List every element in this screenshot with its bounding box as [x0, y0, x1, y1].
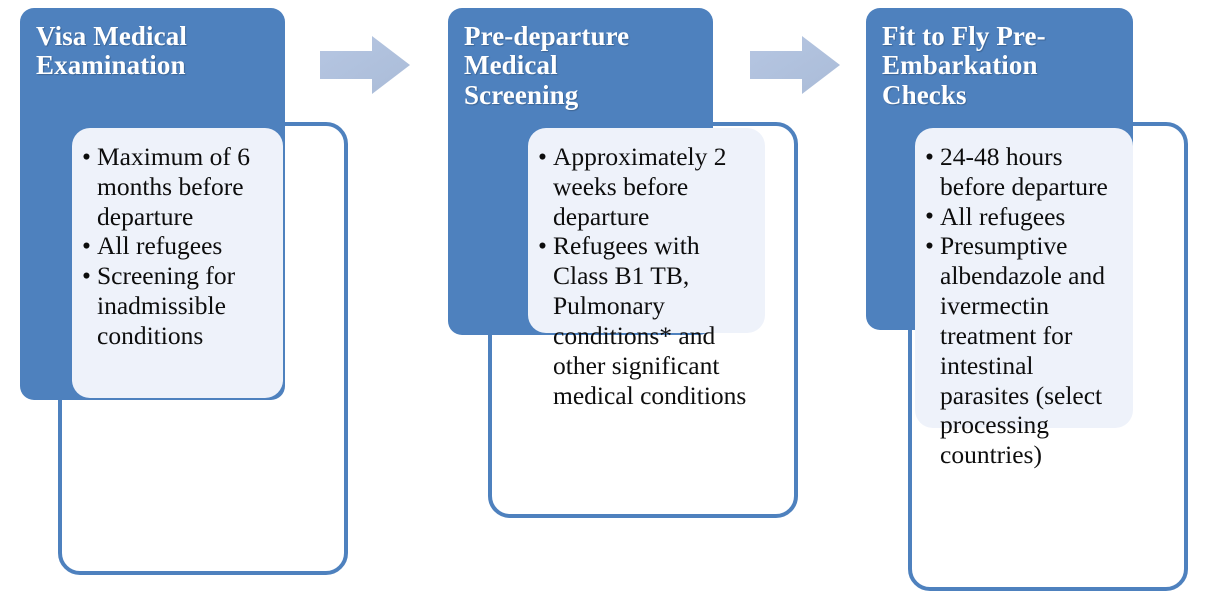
right-block-arrow-icon: [750, 36, 840, 94]
step-1-body: Maximum of 6 months before departure All…: [72, 128, 283, 398]
arrow-step1-to-step2: [320, 36, 410, 94]
list-item: Presumptive albendazole and ivermectin t…: [925, 231, 1123, 470]
step-3-title: Fit to Fly Pre- Embarkation Checks: [882, 21, 1046, 110]
step-2-body: Approximately 2 weeks before departure R…: [528, 128, 765, 410]
list-item: 24-48 hours before departure: [925, 141, 1123, 202]
list-item: Screening for inadmissible conditions: [82, 261, 273, 350]
arrow-step2-to-step3: [750, 36, 840, 94]
list-item: Refugees with Class B1 TB, Pulmonary con…: [538, 231, 755, 410]
step-1-bullet-list: Maximum of 6 months before departure All…: [82, 141, 273, 351]
step-3-body: 24-48 hours before departure All refugee…: [915, 128, 1133, 469]
flow-diagram: Visa Medical Examination Maximum of 6 mo…: [0, 0, 1211, 615]
right-block-arrow-icon: [320, 36, 410, 94]
list-item: All refugees: [925, 201, 1123, 232]
list-item: Approximately 2 weeks before departure: [538, 141, 755, 231]
step-3-bullet-list: 24-48 hours before departure All refugee…: [925, 141, 1123, 470]
step-2-bullet-list: Approximately 2 weeks before departure R…: [538, 141, 755, 410]
list-item: All refugees: [82, 231, 273, 261]
list-item: Maximum of 6 months before departure: [82, 141, 273, 231]
step-2-title: Pre-departure Medical Screening: [464, 21, 630, 110]
step-1-title: Visa Medical Examination: [36, 21, 187, 81]
